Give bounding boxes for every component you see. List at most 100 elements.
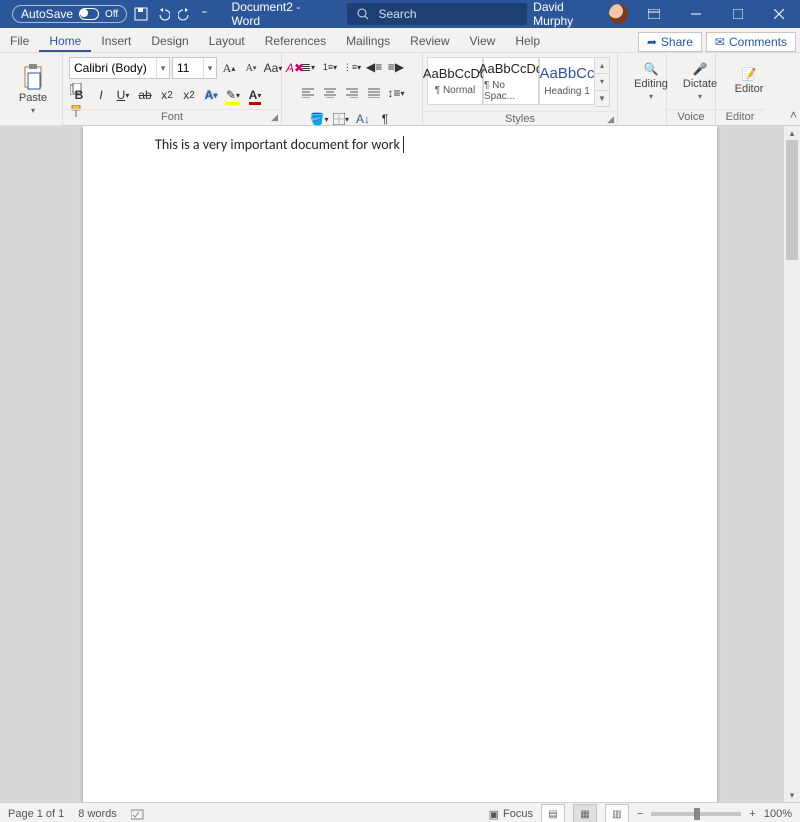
ribbon: Paste ▾ ✂ Clipboard◢ ▾ ▾ A▴ A▾ Aa▾ A✖ B bbox=[0, 53, 800, 126]
font-color-icon[interactable]: A▾ bbox=[245, 85, 265, 105]
font-size-combo[interactable]: ▾ bbox=[172, 57, 217, 79]
group-font: ▾ ▾ A▴ A▾ Aa▾ A✖ B I U▾ ab x2 x2 A▾ ✎▾ A… bbox=[63, 53, 282, 125]
read-mode-icon[interactable]: ▤ bbox=[541, 804, 565, 822]
web-layout-icon[interactable]: ▥ bbox=[605, 804, 629, 822]
menu-bar: File Home Insert Design Layout Reference… bbox=[0, 28, 800, 53]
decrease-indent-icon[interactable]: ◀≡ bbox=[364, 57, 384, 77]
save-icon[interactable] bbox=[133, 6, 149, 22]
zoom-in-icon[interactable]: + bbox=[749, 808, 755, 820]
editor-icon: 📝 bbox=[742, 67, 757, 81]
focus-mode-button[interactable]: ▣Focus bbox=[489, 808, 533, 821]
spellcheck-icon[interactable] bbox=[131, 808, 145, 820]
zoom-out-icon[interactable]: − bbox=[637, 808, 643, 820]
word-count[interactable]: 8 words bbox=[78, 808, 117, 820]
editor-button[interactable]: 📝Editor bbox=[722, 65, 776, 97]
redo-icon[interactable] bbox=[177, 6, 193, 22]
avatar[interactable] bbox=[609, 4, 628, 24]
subscript-icon[interactable]: x2 bbox=[157, 85, 177, 105]
slider-thumb[interactable] bbox=[694, 808, 700, 820]
chevron-up-icon[interactable]: ▴ bbox=[595, 58, 609, 74]
bullets-icon[interactable]: ≣▾ bbox=[298, 57, 318, 77]
zoom-level[interactable]: 100% bbox=[764, 808, 792, 820]
line-spacing-icon[interactable]: ↕≡▾ bbox=[386, 83, 406, 103]
collapse-ribbon-icon[interactable]: ˄ bbox=[790, 108, 797, 122]
document-text[interactable]: This is a very important document for wo… bbox=[155, 136, 400, 153]
multilevel-list-icon[interactable]: ⋮≡▾ bbox=[342, 57, 362, 77]
print-layout-icon[interactable]: ▦ bbox=[573, 804, 597, 822]
share-button[interactable]: ➦Share bbox=[638, 32, 702, 52]
style-normal[interactable]: AaBbCcDd¶ Normal bbox=[427, 57, 483, 105]
user-name[interactable]: David Murphy bbox=[533, 0, 603, 28]
chevron-down-icon[interactable]: ▾ bbox=[203, 58, 216, 78]
underline-icon[interactable]: U▾ bbox=[113, 85, 133, 105]
group-clipboard: Paste ▾ ✂ Clipboard◢ bbox=[0, 53, 63, 125]
style-heading-1[interactable]: AaBbCcHeading 1 bbox=[539, 57, 595, 105]
grow-font-icon[interactable]: A▴ bbox=[219, 58, 239, 78]
tab-help[interactable]: Help bbox=[505, 30, 550, 52]
comment-icon: ✉ bbox=[715, 35, 725, 49]
microphone-icon: 🎤 bbox=[693, 62, 708, 76]
chevron-down-icon[interactable]: ▾ bbox=[156, 58, 169, 78]
tab-insert[interactable]: Insert bbox=[91, 30, 141, 52]
qat-overflow-icon[interactable]: ⁼ bbox=[199, 7, 209, 21]
search-icon bbox=[357, 8, 369, 20]
clipboard-icon bbox=[22, 64, 44, 90]
paste-button[interactable]: Paste ▾ bbox=[6, 62, 60, 117]
numbering-icon[interactable]: 1≡▾ bbox=[320, 57, 340, 77]
shrink-font-icon[interactable]: A▾ bbox=[241, 58, 261, 78]
dialog-launcher-icon[interactable]: ◢ bbox=[271, 112, 278, 123]
title-bar: AutoSave Off ⁼ Document2 - Word David Mu… bbox=[0, 0, 800, 28]
style-no-spacing[interactable]: AaBbCcDd¶ No Spac... bbox=[483, 57, 539, 105]
autosave-toggle[interactable]: AutoSave Off bbox=[12, 5, 127, 23]
toggle-off-icon bbox=[79, 8, 99, 20]
page-indicator[interactable]: Page 1 of 1 bbox=[8, 808, 64, 820]
tab-review[interactable]: Review bbox=[400, 30, 459, 52]
chevron-down-icon: ▾ bbox=[649, 92, 653, 101]
tab-design[interactable]: Design bbox=[141, 30, 198, 52]
document-area[interactable]: This is a very important document for wo… bbox=[0, 126, 800, 802]
font-name-combo[interactable]: ▾ bbox=[69, 57, 170, 79]
text-effects-icon[interactable]: A▾ bbox=[201, 85, 221, 105]
align-center-icon[interactable] bbox=[320, 83, 340, 103]
increase-indent-icon[interactable]: ≡▶ bbox=[386, 57, 406, 77]
style-gallery-scroll[interactable]: ▴▾▼ bbox=[595, 57, 610, 107]
expand-gallery-icon[interactable]: ▼ bbox=[595, 91, 609, 106]
group-label: Font bbox=[161, 111, 183, 123]
change-case-icon[interactable]: Aa▾ bbox=[263, 58, 283, 78]
tab-view[interactable]: View bbox=[460, 30, 506, 52]
minimize-icon[interactable] bbox=[675, 0, 717, 28]
tab-references[interactable]: References bbox=[255, 30, 336, 52]
dialog-launcher-icon[interactable]: ◢ bbox=[607, 114, 614, 125]
search-input[interactable] bbox=[377, 6, 518, 22]
scroll-up-icon[interactable]: ▴ bbox=[784, 126, 800, 140]
find-icon: 🔍 bbox=[644, 62, 659, 76]
font-size-input[interactable] bbox=[173, 61, 203, 75]
maximize-icon[interactable] bbox=[717, 0, 759, 28]
font-name-input[interactable] bbox=[70, 61, 156, 75]
tab-file[interactable]: File bbox=[0, 30, 39, 52]
scroll-thumb[interactable] bbox=[786, 140, 798, 260]
bold-icon[interactable]: B bbox=[69, 85, 89, 105]
tab-layout[interactable]: Layout bbox=[199, 30, 255, 52]
superscript-icon[interactable]: x2 bbox=[179, 85, 199, 105]
undo-icon[interactable] bbox=[155, 6, 171, 22]
chevron-down-icon[interactable]: ▾ bbox=[595, 74, 609, 90]
page[interactable]: This is a very important document for wo… bbox=[83, 126, 717, 802]
tab-mailings[interactable]: Mailings bbox=[336, 30, 400, 52]
ribbon-display-icon[interactable] bbox=[634, 0, 676, 28]
strikethrough-icon[interactable]: ab bbox=[135, 85, 155, 105]
vertical-scrollbar[interactable]: ▴ ▾ bbox=[783, 126, 800, 802]
paste-label: Paste bbox=[19, 92, 47, 104]
comments-button[interactable]: ✉Comments bbox=[706, 32, 796, 52]
tab-home[interactable]: Home bbox=[39, 30, 91, 52]
close-icon[interactable] bbox=[758, 0, 800, 28]
italic-icon[interactable]: I bbox=[91, 85, 111, 105]
align-right-icon[interactable] bbox=[342, 83, 362, 103]
style-gallery[interactable]: AaBbCcDd¶ Normal AaBbCcDd¶ No Spac... Aa… bbox=[427, 57, 610, 107]
align-left-icon[interactable] bbox=[298, 83, 318, 103]
search-box[interactable] bbox=[347, 3, 528, 25]
scroll-down-icon[interactable]: ▾ bbox=[784, 788, 800, 802]
zoom-slider[interactable] bbox=[651, 812, 741, 816]
justify-icon[interactable] bbox=[364, 83, 384, 103]
highlight-icon[interactable]: ✎▾ bbox=[223, 85, 243, 105]
